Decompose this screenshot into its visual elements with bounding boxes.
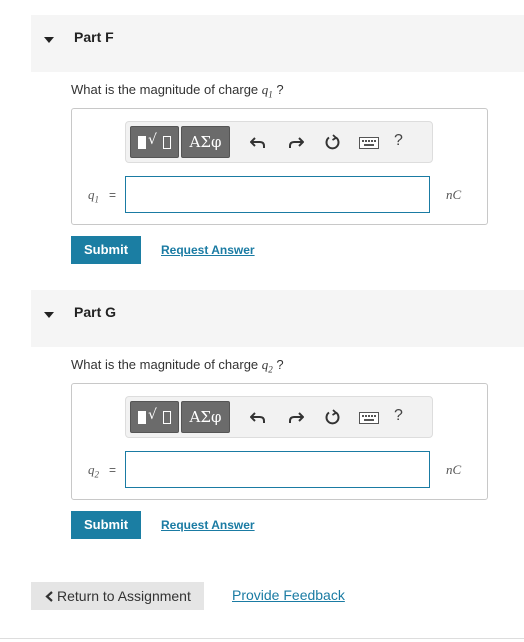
request-answer-link[interactable]: Request Answer: [161, 518, 255, 532]
question-text: What is the magnitude of charge q1 ?: [71, 82, 284, 100]
answer-input[interactable]: [125, 176, 430, 213]
templates-icon: [138, 136, 146, 149]
box-icon: [163, 136, 171, 149]
question-text: What is the magnitude of charge q2 ?: [71, 357, 284, 375]
provide-feedback-link[interactable]: Provide Feedback: [232, 587, 345, 603]
root-icon: √: [148, 132, 157, 148]
reset-icon[interactable]: [324, 409, 341, 426]
collapse-caret-icon[interactable]: [44, 37, 54, 43]
question-variable: q1: [261, 82, 273, 100]
variable-label: q1: [88, 187, 99, 205]
question-prefix: What is the magnitude of charge: [71, 82, 259, 97]
return-label: Return to Assignment: [57, 588, 191, 604]
symbols-label: ΑΣφ: [189, 133, 222, 151]
box-icon: [163, 411, 171, 424]
math-toolbar: √ ΑΣφ ?: [125, 396, 433, 438]
divider: [0, 638, 524, 639]
symbols-label: ΑΣφ: [189, 408, 222, 426]
redo-icon[interactable]: [288, 409, 304, 425]
equals-sign: =: [109, 463, 117, 477]
submit-button[interactable]: Submit: [71, 236, 141, 264]
part-g-header[interactable]: Part G: [31, 290, 524, 347]
request-answer-link[interactable]: Request Answer: [161, 243, 255, 257]
help-icon[interactable]: ?: [394, 407, 403, 425]
unit-label: nC: [446, 462, 462, 477]
collapse-caret-icon[interactable]: [44, 312, 54, 318]
reset-icon[interactable]: [324, 134, 341, 151]
chevron-left-icon: [45, 591, 53, 602]
undo-icon[interactable]: [250, 134, 266, 150]
answer-box: √ ΑΣφ ? q2 = nC: [71, 383, 488, 500]
redo-icon[interactable]: [288, 134, 304, 150]
submit-button[interactable]: Submit: [71, 511, 141, 539]
question-suffix: ?: [276, 82, 284, 97]
symbols-button[interactable]: ΑΣφ: [181, 126, 230, 158]
part-f-header[interactable]: Part F: [31, 15, 524, 72]
help-icon[interactable]: ?: [394, 132, 403, 150]
unit-label: nC: [446, 187, 462, 202]
return-to-assignment-button[interactable]: Return to Assignment: [31, 582, 204, 610]
templates-button[interactable]: √: [130, 126, 179, 158]
root-icon: √: [148, 407, 157, 423]
variable-label: q2: [88, 462, 99, 480]
part-title: Part F: [74, 29, 114, 45]
answer-box: √ ΑΣφ ? q1 = nC: [71, 108, 488, 225]
symbols-button[interactable]: ΑΣφ: [181, 401, 230, 433]
question-prefix: What is the magnitude of charge: [71, 357, 259, 372]
equals-sign: =: [109, 188, 117, 202]
keyboard-icon[interactable]: [359, 412, 379, 424]
math-toolbar: √ ΑΣφ ?: [125, 121, 433, 163]
question-variable: q2: [261, 357, 273, 375]
question-suffix: ?: [276, 357, 284, 372]
part-title: Part G: [74, 304, 117, 320]
undo-icon[interactable]: [250, 409, 266, 425]
keyboard-icon[interactable]: [359, 137, 379, 149]
answer-input[interactable]: [125, 451, 430, 488]
templates-icon: [138, 411, 146, 424]
templates-button[interactable]: √: [130, 401, 179, 433]
